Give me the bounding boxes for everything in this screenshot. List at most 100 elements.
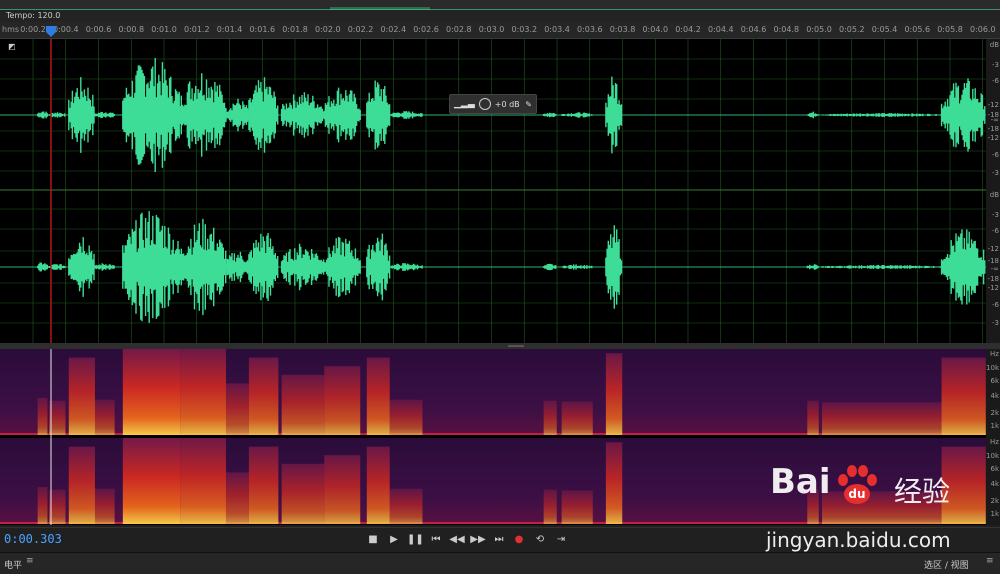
- waveform-segment: [248, 77, 279, 153]
- play-button[interactable]: ▶: [386, 532, 402, 548]
- db-scale-label: dB: [989, 41, 999, 49]
- spectrogram-burst: [94, 399, 115, 435]
- hz-scale-label: 10k: [986, 452, 999, 460]
- pin-icon[interactable]: ✎: [525, 100, 532, 109]
- db-scale-label: -6: [992, 301, 999, 309]
- spectrogram-burst: [543, 489, 557, 524]
- timecode-display[interactable]: 0:00.303: [4, 532, 62, 546]
- go-to-end-button[interactable]: ⏭: [491, 532, 507, 548]
- tempo-bar: Tempo: 120.0: [0, 10, 1000, 22]
- stop-button[interactable]: ■: [365, 532, 381, 548]
- waveform-canvas[interactable]: [0, 39, 986, 343]
- expand-view-icon[interactable]: ◩: [8, 42, 16, 51]
- db-scale-label: -∞: [990, 116, 999, 124]
- waveform-segment: [179, 218, 227, 316]
- spectrogram-burst: [941, 446, 986, 524]
- transport-bar: 0:00.303 ■ ▶ ❚❚ ⏮ ◀◀ ▶▶ ⏭ ● ⟲ ⇥: [0, 527, 1000, 552]
- fast-forward-button[interactable]: ▶▶: [470, 532, 486, 548]
- waveform-segment: [806, 111, 819, 119]
- waveform-segment: [605, 76, 623, 154]
- selection-menu-icon[interactable]: ≡: [986, 556, 994, 566]
- time-ruler[interactable]: hms 0:00.2 0:00.4 0:00.6 0:00.8 0:01.0 0:01.2…: [0, 22, 1000, 39]
- db-scale-label: -3: [992, 211, 999, 219]
- spectrogram-burst: [49, 400, 66, 435]
- waveform-segment: [323, 87, 361, 143]
- waveform-overview-strip[interactable]: [0, 0, 1000, 13]
- spectrogram-burst: [180, 349, 226, 435]
- waveform-segment: [542, 263, 557, 271]
- spectrogram-burst: [225, 472, 249, 524]
- waveform-segment: [68, 77, 95, 153]
- db-scale-label: -6: [992, 151, 999, 159]
- waveform-segment: [806, 264, 819, 270]
- selection-view-label[interactable]: 选区 / 视图: [924, 558, 969, 571]
- status-bar: 电平 ≡ 选区 / 视图 ≡: [0, 552, 1000, 574]
- spectrogram-burst: [324, 455, 361, 524]
- spectrogram-burst: [68, 357, 95, 435]
- hz-scale: Hz 10k 6k 4k 2k 1k Hz 10k 6k 4k 2k 1k: [986, 349, 1000, 525]
- db-scale-label: -12: [987, 284, 999, 292]
- waveform-segment: [366, 80, 391, 150]
- spectrogram-burst: [281, 463, 325, 524]
- db-scale-label: -18: [987, 257, 999, 265]
- db-scale: dB -3 -6 -12 -18 -∞ -18 -12 -6 -3 dB -3 -6 -12 -18 -∞ -1…: [986, 39, 1000, 343]
- levels-panel-label[interactable]: 电平: [4, 558, 22, 571]
- rewind-button[interactable]: ◀◀: [449, 532, 465, 548]
- db-scale-label: -3: [992, 169, 999, 177]
- spectrogram-burst: [941, 357, 986, 435]
- db-scale-label: -∞: [990, 265, 999, 273]
- db-scale-label: -6: [992, 227, 999, 235]
- waveform-segment: [179, 73, 227, 157]
- waveform-segment: [225, 251, 250, 283]
- waveform-segment: [323, 236, 361, 298]
- spectrogram-burst: [180, 438, 226, 524]
- spectrogram-burst: [807, 489, 819, 524]
- spectrogram-burst: [49, 489, 66, 524]
- hz-scale-label: 6k: [990, 377, 999, 385]
- waveform-segment: [366, 233, 391, 301]
- skip-selection-button[interactable]: ⇥: [553, 532, 569, 548]
- spectrogram-burst: [561, 490, 593, 524]
- waveform-display[interactable]: ▁▂▃ +0 dB ✎ ◩: [0, 39, 986, 343]
- hz-scale-label: 4k: [990, 480, 999, 488]
- waveform-segment: [37, 111, 48, 119]
- record-button[interactable]: ●: [511, 532, 527, 548]
- spectrogram-canvas[interactable]: [0, 349, 986, 525]
- loop-button[interactable]: ⟲: [532, 532, 548, 548]
- levels-menu-icon[interactable]: ≡: [26, 556, 34, 566]
- playhead-marker[interactable]: [0, 22, 1000, 38]
- spectrogram-burst: [822, 491, 942, 524]
- spectrogram-burst: [561, 401, 593, 435]
- spectrogram-burst: [248, 357, 279, 435]
- spectral-display[interactable]: [0, 349, 986, 525]
- waveform-segment: [248, 233, 279, 301]
- waveform-segment: [821, 264, 942, 270]
- spectrogram-burst: [225, 383, 249, 435]
- spectrogram-burst: [605, 353, 623, 435]
- spectrogram-burst: [122, 349, 181, 435]
- hz-scale-label: Hz: [990, 350, 999, 358]
- go-to-start-button[interactable]: ⏮: [428, 532, 444, 548]
- waveform-segment: [561, 264, 593, 270]
- spectrogram-burst: [366, 357, 390, 435]
- waveform-segment: [68, 237, 95, 297]
- splitter-grip[interactable]: [508, 345, 524, 347]
- gain-hud[interactable]: ▁▂▃ +0 dB ✎: [449, 94, 537, 114]
- waveform-segment: [940, 78, 986, 152]
- db-scale-label: -12: [987, 134, 999, 142]
- spectrogram-burst: [543, 400, 557, 435]
- hz-scale-label: 4k: [990, 392, 999, 400]
- hz-scale-label: 10k: [986, 364, 999, 372]
- gain-knob-icon[interactable]: [478, 98, 491, 110]
- spectrogram-burst: [389, 488, 423, 524]
- gain-value: +0 dB: [494, 99, 520, 109]
- waveform-segment: [542, 112, 557, 118]
- spectrogram-burst: [366, 446, 390, 524]
- spectrogram-burst: [605, 442, 623, 524]
- spectrogram-burst: [94, 488, 115, 524]
- hz-scale-label: 6k: [990, 465, 999, 473]
- pause-button[interactable]: ❚❚: [407, 532, 424, 548]
- db-scale-label: dB: [989, 191, 999, 199]
- spectrogram-burst: [37, 398, 48, 435]
- spectrogram-burst: [68, 446, 95, 524]
